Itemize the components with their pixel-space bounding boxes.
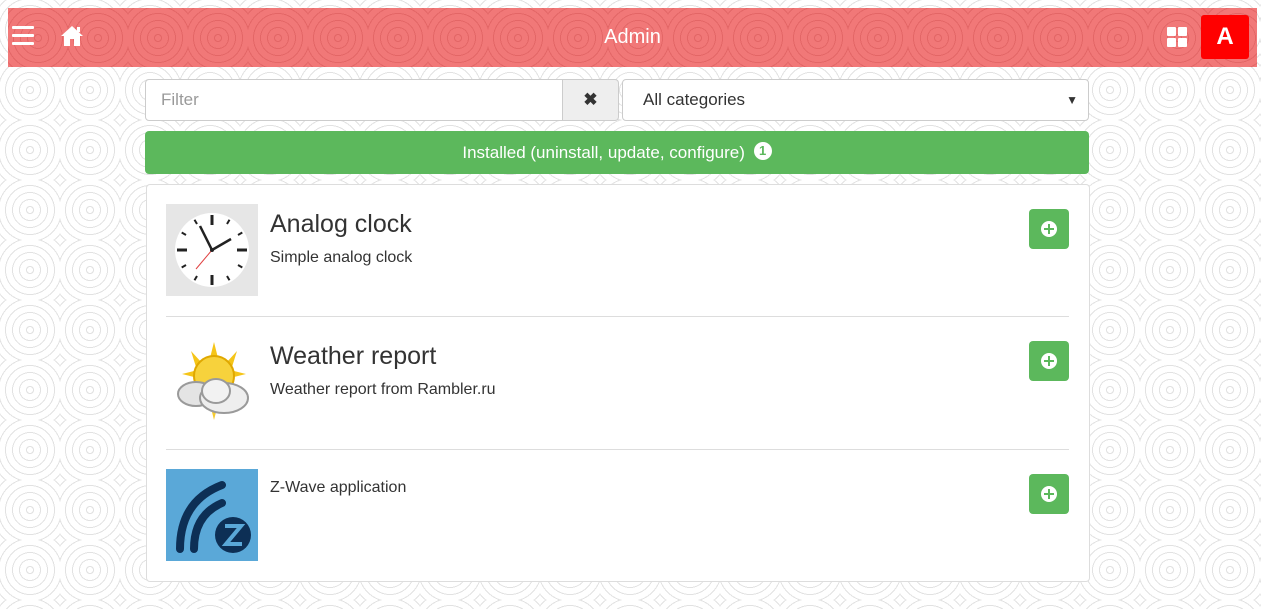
plus-circle-icon (1041, 353, 1057, 369)
close-icon: ✖ (583, 90, 598, 109)
filter-toolbar: ✖ All categories ▼ (145, 79, 1089, 123)
page-title: Admin (604, 26, 661, 48)
installed-count-badge: 1 (753, 142, 772, 160)
plus-circle-icon (1041, 221, 1057, 237)
zwave-logo-icon[interactable] (166, 469, 258, 561)
app-item-zwave-application: Z-Wave application (166, 469, 1069, 561)
user-avatar[interactable]: A (1201, 15, 1249, 59)
app-item-analog-clock: Analog clock Simple analog clock (166, 204, 1069, 296)
add-app-button[interactable] (1029, 341, 1069, 381)
filter-input[interactable] (145, 79, 563, 121)
app-description: Weather report from Rambler.ru (270, 381, 496, 398)
divider (166, 316, 1069, 317)
apps-list-panel: Analog clock Simple analog clock Weather… (146, 184, 1090, 582)
category-select[interactable]: All categories ▼ (622, 79, 1089, 121)
app-title[interactable]: Analog clock (270, 209, 412, 239)
add-app-button[interactable] (1029, 474, 1069, 514)
installed-bar-label: Installed (uninstall, update, configure) (462, 143, 745, 162)
installed-apps-bar[interactable]: Installed (uninstall, update, configure)… (145, 131, 1089, 174)
grid-icon[interactable] (1167, 27, 1187, 47)
clear-filter-button[interactable]: ✖ (563, 79, 619, 121)
app-item-weather-report: Weather report Weather report from Rambl… (166, 336, 1069, 428)
app-description: Z-Wave application (270, 479, 407, 496)
plus-circle-icon (1041, 486, 1057, 502)
add-app-button[interactable] (1029, 209, 1069, 249)
weather-sun-cloud-icon[interactable] (166, 336, 258, 428)
app-description: Simple analog clock (270, 249, 413, 266)
top-navbar: Admin A (8, 8, 1257, 67)
divider (166, 449, 1069, 450)
caret-down-icon: ▼ (1066, 93, 1078, 107)
app-title[interactable]: Weather report (270, 341, 436, 371)
category-selected-value: All categories (643, 90, 746, 109)
clock-icon[interactable] (166, 204, 258, 296)
